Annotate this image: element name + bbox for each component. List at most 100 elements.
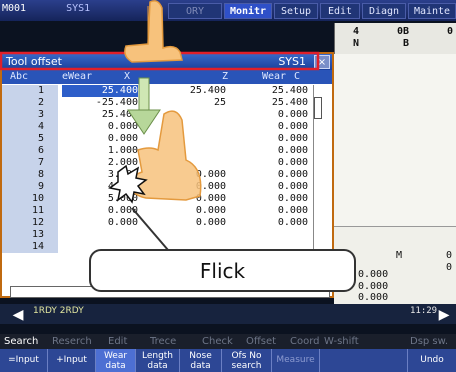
cell-wear-x: 25.400: [101, 109, 138, 120]
cell-z: 0.000: [195, 193, 226, 204]
top-menu-bar: M001 SYS1 ORY Monitr Setup Edit Diagn Ma…: [0, 0, 456, 21]
cell-wear-x: 0.000: [107, 133, 138, 144]
table-row[interactable]: 4 0.000 0.000: [2, 121, 332, 133]
row-number: 5: [2, 133, 58, 145]
table-row[interactable]: 6 1.000 0.000: [2, 145, 332, 157]
table-row[interactable]: 3 25.400 0.000: [2, 109, 332, 121]
table-row[interactable]: 12 0.000 0.000 0.000: [2, 217, 332, 229]
table-row[interactable]: 1 25.400 25.400 25.400: [2, 85, 332, 97]
left-arrow-icon[interactable]: ◀: [7, 306, 29, 324]
cell-z: 0.000: [195, 205, 226, 216]
right-side-0: 0: [446, 250, 453, 261]
cnc-screen: M001 SYS1 ORY Monitr Setup Edit Diagn Ma…: [0, 0, 456, 372]
cell-wear-x: -25.400: [95, 97, 138, 108]
cell-wear-c: 0.000: [277, 169, 308, 180]
right-col2: 0B: [397, 26, 410, 37]
col-header: Wear: [262, 71, 287, 82]
tab-mainte[interactable]: Mainte: [408, 3, 456, 19]
table-header: Abc eWear X Z Wear C: [2, 70, 332, 84]
mode-check[interactable]: Check: [202, 336, 233, 347]
cell-wear-x: 3.000: [107, 169, 138, 180]
mode-trace[interactable]: Trece: [150, 336, 176, 347]
row-number: 7: [2, 157, 58, 169]
system-label: SYS1: [66, 3, 91, 14]
right-value-0: 0.000: [358, 269, 389, 280]
right-side-1: 0: [446, 262, 453, 273]
col-header: C: [294, 71, 301, 82]
col-header: Abc: [10, 71, 29, 82]
cell-wear-x: 25.400: [62, 85, 138, 97]
cell-z: 0.000: [195, 169, 226, 180]
ready-status: 1RDY 2RDY: [33, 306, 84, 316]
tab-setup[interactable]: Setup: [274, 3, 318, 19]
right-col1b: N: [353, 38, 360, 49]
window-title-bar: Tool offset SYS1 ×: [2, 54, 332, 70]
softkey-length-data[interactable]: Length data: [136, 349, 180, 372]
softkey-plus-input[interactable]: +Input: [48, 349, 96, 372]
table-row[interactable]: 2 -25.400 25 25.400: [2, 97, 332, 109]
table-row[interactable]: 8 3.000 0.000 0.000: [2, 169, 332, 181]
program-label: M001: [2, 3, 27, 14]
row-number: 12: [2, 217, 58, 229]
right-value-2: 0.000: [358, 292, 389, 303]
right-arrow-icon[interactable]: ▶: [433, 306, 455, 324]
cell-wear-x: 1.000: [107, 145, 138, 156]
row-number: 10: [2, 193, 58, 205]
row-number: 9: [2, 181, 58, 193]
tab-history[interactable]: ORY: [168, 3, 222, 19]
tab-edit[interactable]: Edit: [320, 3, 360, 19]
cell-wear-c: 0.000: [277, 145, 308, 156]
window-sys-label: SYS1: [278, 55, 306, 68]
table-row[interactable]: 7 2.000 0.000: [2, 157, 332, 169]
tab-diagn[interactable]: Diagn: [362, 3, 406, 19]
right-value-1: 0.000: [358, 281, 389, 292]
cell-wear-c: 0.000: [277, 205, 308, 216]
mode-coord[interactable]: Coord: [290, 336, 320, 347]
softkey-equal-input[interactable]: =Input: [0, 349, 48, 372]
cell-wear-x: 2.000: [107, 157, 138, 168]
softkey-blank[interactable]: [320, 349, 408, 372]
table-row[interactable]: 5 0.000 0.000: [2, 133, 332, 145]
row-number: 13: [2, 229, 58, 241]
cell-wear-c: 25.400: [271, 97, 308, 108]
softkey-measure[interactable]: Measure: [272, 349, 320, 372]
cell-wear-x: 0.000: [107, 121, 138, 132]
col-header: X: [124, 71, 131, 82]
tab-monitor[interactable]: Monitr: [224, 3, 272, 19]
cell-wear-x: 5.000: [107, 193, 138, 204]
row-number: 14: [2, 241, 58, 253]
cell-z: 25.400: [189, 85, 226, 96]
table-row[interactable]: 9 4.000 0.000 0.000: [2, 181, 332, 193]
row-number: 4: [2, 121, 58, 133]
cell-wear-c: 0.000: [277, 121, 308, 132]
right-col3: 0: [447, 26, 454, 37]
cell-wear-c: 0.000: [277, 109, 308, 120]
table-row[interactable]: 10 5.000 0.000 0.000: [2, 193, 332, 205]
row-number: 8: [2, 169, 58, 181]
mode-search[interactable]: Search: [4, 336, 38, 347]
row-number: 6: [2, 145, 58, 157]
softkey-ofs-no-search[interactable]: Ofs No search: [222, 349, 272, 372]
mode-edit[interactable]: Edit: [108, 336, 127, 347]
softkey-wear-data[interactable]: Wear data: [96, 349, 136, 372]
close-icon[interactable]: ×: [314, 55, 330, 69]
table-row[interactable]: 11 0.000 0.000 0.000: [2, 205, 332, 217]
softkey-undo[interactable]: Undo: [408, 349, 456, 372]
cell-wear-c: 0.000: [277, 217, 308, 228]
scroll-thumb[interactable]: [314, 97, 322, 119]
col-header: eWear: [62, 71, 93, 82]
mode-dsp-sw[interactable]: Dsp sw.: [410, 336, 448, 347]
cell-z: 0.000: [195, 181, 226, 192]
mode-offset[interactable]: Offset: [246, 336, 276, 347]
cell-wear-c: 0.000: [277, 193, 308, 204]
cell-wear-x: 4.000: [107, 181, 138, 192]
cell-z: 0.000: [195, 217, 226, 228]
mode-research[interactable]: Reserch: [52, 336, 92, 347]
row-number: 2: [2, 97, 58, 109]
gesture-label: Flick: [89, 249, 356, 292]
table-scrollbar[interactable]: [313, 85, 322, 261]
table-row[interactable]: 13: [2, 229, 332, 241]
window-title: Tool offset: [6, 55, 62, 68]
mode-w-shift[interactable]: W-shift: [324, 336, 359, 347]
softkey-nose-data[interactable]: Nose data: [180, 349, 222, 372]
